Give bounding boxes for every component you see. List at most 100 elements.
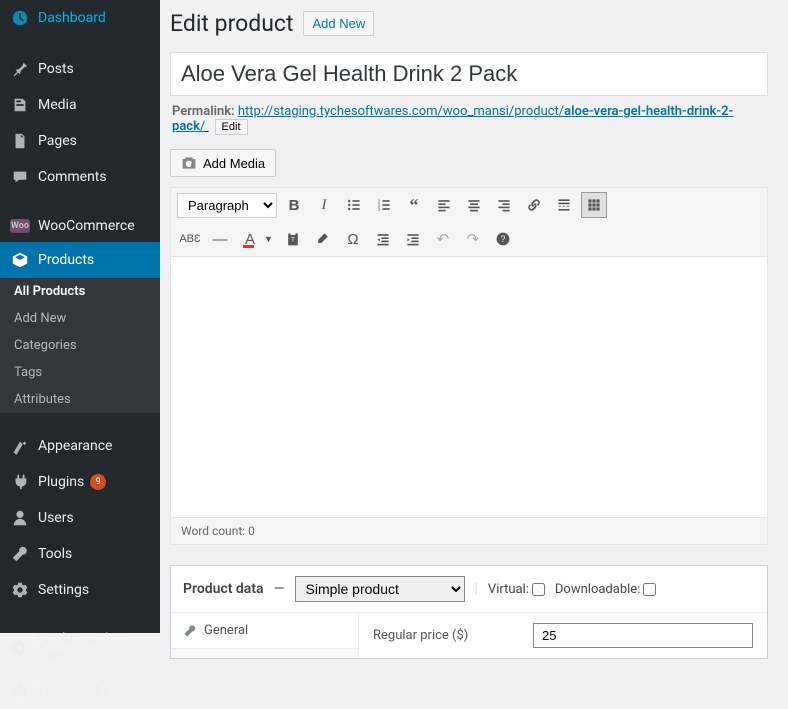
sidebar-item-product-delivery-date[interactable]: Product Delivery Date [0,623,160,673]
pages-icon [10,131,30,151]
outdent-button[interactable] [370,226,396,252]
litespeed-icon [10,681,30,701]
sidebar-label: LiteSpeed Cache [38,683,143,699]
admin-sidebar: Dashboard Posts Media Pages Comments Woo… [0,0,160,633]
regular-price-input[interactable] [533,623,753,648]
blockquote-button[interactable]: “ [401,192,427,218]
svg-text:3: 3 [378,207,381,213]
sidebar-label: Comments [38,169,107,185]
permalink-edit-button[interactable]: Edit [215,119,248,135]
chevron-down-icon[interactable]: ▼ [264,234,273,245]
sidebar-item-woocommerce[interactable]: Woo WooCommerce [0,210,160,242]
toolbar-toggle-button[interactable] [581,192,607,218]
sidebar-label: Plugins [38,474,84,490]
sidebar-label: Users [38,510,74,526]
tab-general[interactable]: General [171,613,358,649]
virtual-checkbox[interactable] [532,583,545,596]
special-char-button[interactable]: Ω [340,226,366,252]
products-submenu: All Products Add New Categories Tags Att… [0,278,160,413]
gear-icon [10,638,28,658]
sidebar-label: Appearance [38,438,112,454]
paste-text-button[interactable]: T [280,226,306,252]
sidebar-label: Products [38,252,94,268]
clear-formatting-button[interactable] [310,226,336,252]
sidebar-item-settings[interactable]: Settings [0,572,160,608]
sidebar-item-tools[interactable]: Tools [0,536,160,572]
permalink-row: Permalink: http://staging.tychesoftwares… [170,96,768,143]
link-button[interactable] [521,192,547,218]
page-title: Edit product [170,10,293,37]
add-new-button[interactable]: Add New [303,11,374,36]
indent-button[interactable] [400,226,426,252]
redo-button[interactable]: ↷ [460,226,486,252]
submenu-attributes[interactable]: Attributes [0,386,160,413]
tools-icon [10,544,30,564]
hr-button[interactable]: — [207,226,233,252]
italic-button[interactable]: I [311,192,337,218]
add-media-button[interactable]: Add Media [170,149,276,177]
product-data-header: Product data — Simple product | Virtual:… [171,566,767,613]
product-data-box: Product data — Simple product | Virtual:… [170,565,768,659]
text-color-button[interactable]: A [237,226,263,252]
sidebar-item-appearance[interactable]: Appearance [0,428,160,464]
product-type-select[interactable]: Simple product [295,576,465,602]
submenu-tags[interactable]: Tags [0,359,160,386]
add-media-label: Add Media [203,156,265,171]
sidebar-item-dashboard[interactable]: Dashboard [0,0,160,36]
virtual-label[interactable]: Virtual: [488,582,545,597]
format-select[interactable]: Paragraph [177,193,277,218]
readmore-button[interactable] [551,192,577,218]
permalink-label: Permalink: [172,104,235,119]
sidebar-label: Media [38,97,77,113]
editor-textarea[interactable] [170,257,768,517]
permalink-link[interactable]: http://staging.tychesoftwares.com/woo_ma… [172,104,733,134]
editor-toolbar: Paragraph B I 123 “ ABƐ — A ▼ T Ω [170,187,768,257]
sidebar-item-products[interactable]: Products [0,242,160,278]
downloadable-label[interactable]: Downloadable: [555,582,656,597]
align-center-button[interactable] [461,192,487,218]
align-left-button[interactable] [431,192,457,218]
regular-price-label: Regular price ($) [373,628,513,643]
sidebar-label: Settings [38,582,89,598]
sidebar-label: Product Delivery Date [36,631,150,665]
numbered-list-button[interactable]: 123 [371,192,397,218]
sidebar-label: Dashboard [38,10,106,26]
word-count: Word count: 0 [170,517,768,545]
sidebar-item-users[interactable]: Users [0,500,160,536]
submenu-add-new[interactable]: Add New [0,305,160,332]
product-data-label: Product data [183,581,264,597]
align-right-button[interactable] [491,192,517,218]
strikethrough-button[interactable]: ABƐ [177,226,203,252]
page-header: Edit product Add New [170,0,768,52]
pin-icon [10,59,30,79]
plugins-icon [10,472,30,492]
settings-icon [10,580,30,600]
sidebar-item-comments[interactable]: Comments [0,159,160,195]
svg-text:?: ? [500,234,505,244]
bold-button[interactable]: B [281,192,307,218]
camera-icon [181,155,197,171]
bullet-list-button[interactable] [341,192,367,218]
sidebar-item-pages[interactable]: Pages [0,123,160,159]
submenu-all-products[interactable]: All Products [0,278,160,305]
woo-icon: Woo [10,219,30,233]
sidebar-item-litespeed[interactable]: LiteSpeed Cache [0,673,160,709]
undo-button[interactable]: ↶ [430,226,456,252]
sidebar-item-plugins[interactable]: Plugins 9 [0,464,160,500]
submenu-categories[interactable]: Categories [0,332,160,359]
product-data-fields: Regular price ($) [359,613,767,658]
sidebar-item-media[interactable]: Media [0,87,160,123]
sidebar-item-posts[interactable]: Posts [0,51,160,87]
appearance-icon [10,436,30,456]
help-button[interactable]: ? [490,226,516,252]
product-title-input[interactable] [181,56,757,92]
sidebar-label: Posts [38,61,74,77]
dashboard-icon [10,8,30,28]
sidebar-label: Pages [38,133,77,149]
wrench-icon [183,624,197,638]
main-content: Edit product Add New Permalink: http://s… [160,0,788,633]
sidebar-label: WooCommerce [38,218,135,234]
svg-text:T: T [291,236,295,243]
downloadable-checkbox[interactable] [643,583,656,596]
sidebar-label: Tools [38,546,72,562]
